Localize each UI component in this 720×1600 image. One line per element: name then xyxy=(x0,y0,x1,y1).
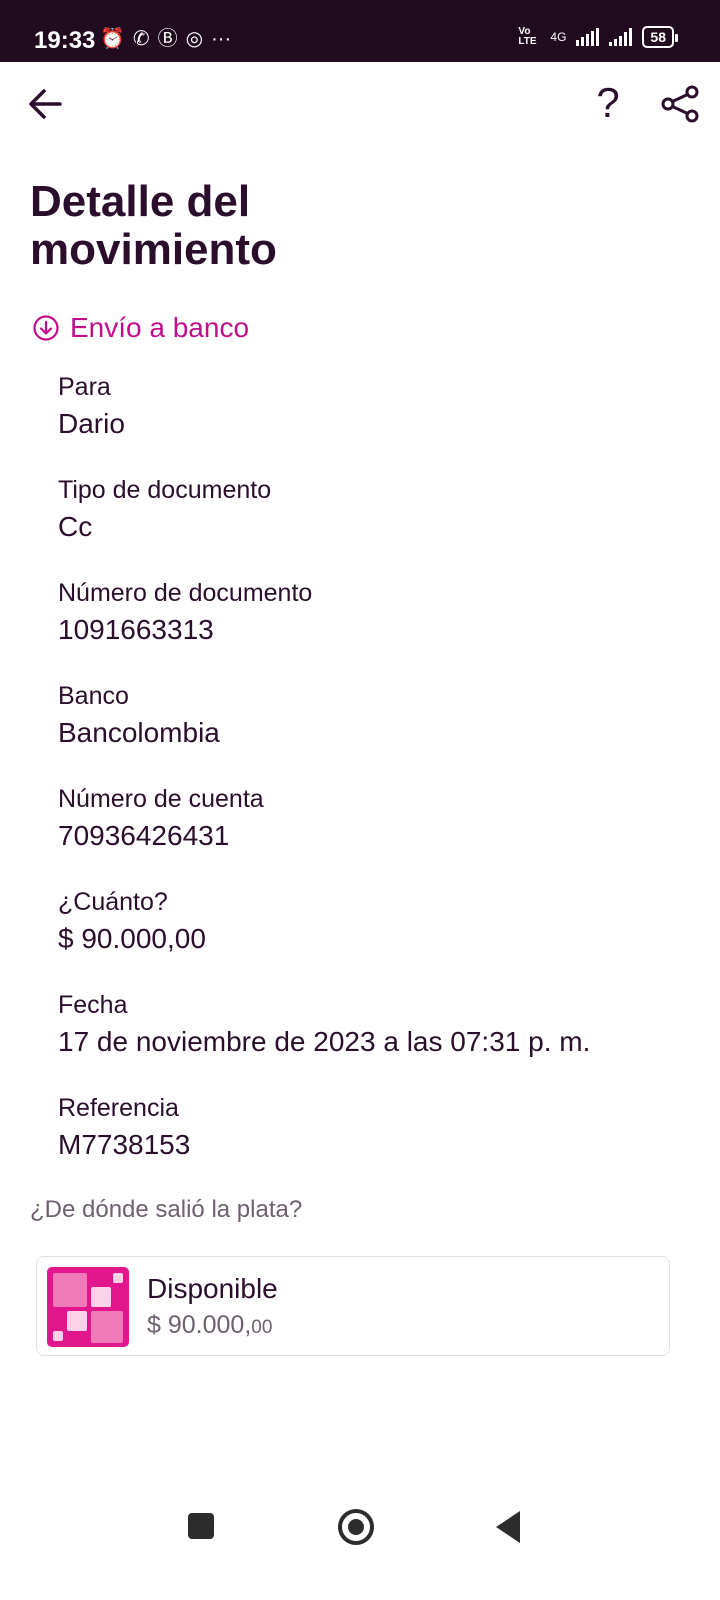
field-recipient: Para Dario xyxy=(58,372,125,442)
field-value: Dario xyxy=(58,408,125,439)
whatsapp-icon: ✆ xyxy=(132,28,150,50)
field-label: Banco xyxy=(58,682,129,710)
network-type: 4G xyxy=(550,30,567,44)
alarm-icon: ⏰ xyxy=(100,28,125,50)
field-value: 17 de noviembre de 2023 a las 07:31 p. m… xyxy=(58,1026,591,1057)
status-bar: 19:33 ⏰ ✆ Ⓑ ◎ ··· Vo LTE 4G 58 xyxy=(0,0,720,62)
instagram-icon: ◎ xyxy=(185,28,204,50)
system-back-button[interactable] xyxy=(496,1511,520,1543)
account-name: Disponible xyxy=(147,1273,278,1304)
account-balance: $ 90.000,00 xyxy=(147,1311,272,1340)
system-status: Vo LTE 4G 58 xyxy=(518,26,678,48)
pocket-logo-icon xyxy=(47,1267,129,1347)
transaction-type: Envío a banco xyxy=(32,312,249,344)
field-document-number: Número de documento 1091663313 xyxy=(58,578,312,648)
back-button[interactable] xyxy=(24,82,68,126)
field-label: ¿Cuánto? xyxy=(58,888,168,916)
field-document-type: Tipo de documento Cc xyxy=(58,475,271,545)
volte-icon: Vo LTE xyxy=(518,26,537,47)
field-label: Para xyxy=(58,373,111,401)
field-label: Fecha xyxy=(58,991,128,1019)
field-value: M7738153 xyxy=(58,1129,191,1160)
whatsapp-business-icon: Ⓑ xyxy=(157,28,178,50)
share-icon xyxy=(661,85,699,123)
field-label: Número de documento xyxy=(58,579,313,607)
signal-2-icon xyxy=(609,28,633,46)
field-label: Referencia xyxy=(58,1094,179,1122)
field-label: Tipo de documento xyxy=(58,476,272,504)
arrow-left-icon xyxy=(29,89,62,119)
field-value: 70936426431 xyxy=(58,820,230,851)
field-account-number: Número de cuenta 70936426431 xyxy=(58,784,264,854)
arrow-down-circle-icon xyxy=(33,315,59,341)
status-time: 19:33 xyxy=(34,27,96,54)
source-account-card[interactable]: Disponible $ 90.000,00 xyxy=(36,1256,670,1356)
notification-icons: ⏰ ✆ Ⓑ ◎ ··· xyxy=(100,27,231,51)
transaction-type-label: Envío a banco xyxy=(70,312,250,343)
recents-button[interactable] xyxy=(188,1513,214,1539)
more-notifications-icon: ··· xyxy=(211,28,232,50)
battery-icon: 58 xyxy=(642,26,678,48)
system-nav-bar xyxy=(0,1480,720,1580)
field-reference: Referencia M7738153 xyxy=(58,1093,190,1163)
share-button[interactable] xyxy=(658,82,702,126)
field-value: Bancolombia xyxy=(58,717,220,748)
field-bank: Banco Bancolombia xyxy=(58,681,220,751)
signal-icon xyxy=(576,28,600,46)
field-amount: ¿Cuánto? $ 90.000,00 xyxy=(58,887,206,957)
help-button[interactable]: ? xyxy=(590,80,626,126)
home-button[interactable] xyxy=(338,1509,374,1545)
page-title: Detalle del movimiento xyxy=(30,177,277,274)
field-value: $ 90.000,00 xyxy=(58,923,206,954)
field-date: Fecha 17 de noviembre de 2023 a las 07:3… xyxy=(58,990,590,1060)
balance-main: $ 90.000, xyxy=(147,1311,252,1339)
balance-cents: 00 xyxy=(251,1317,273,1338)
field-value: 1091663313 xyxy=(58,614,214,645)
field-value: Cc xyxy=(58,511,93,542)
source-heading: ¿De dónde salió la plata? xyxy=(30,1196,303,1223)
app-bar: ? xyxy=(0,62,720,142)
field-label: Número de cuenta xyxy=(58,785,264,813)
